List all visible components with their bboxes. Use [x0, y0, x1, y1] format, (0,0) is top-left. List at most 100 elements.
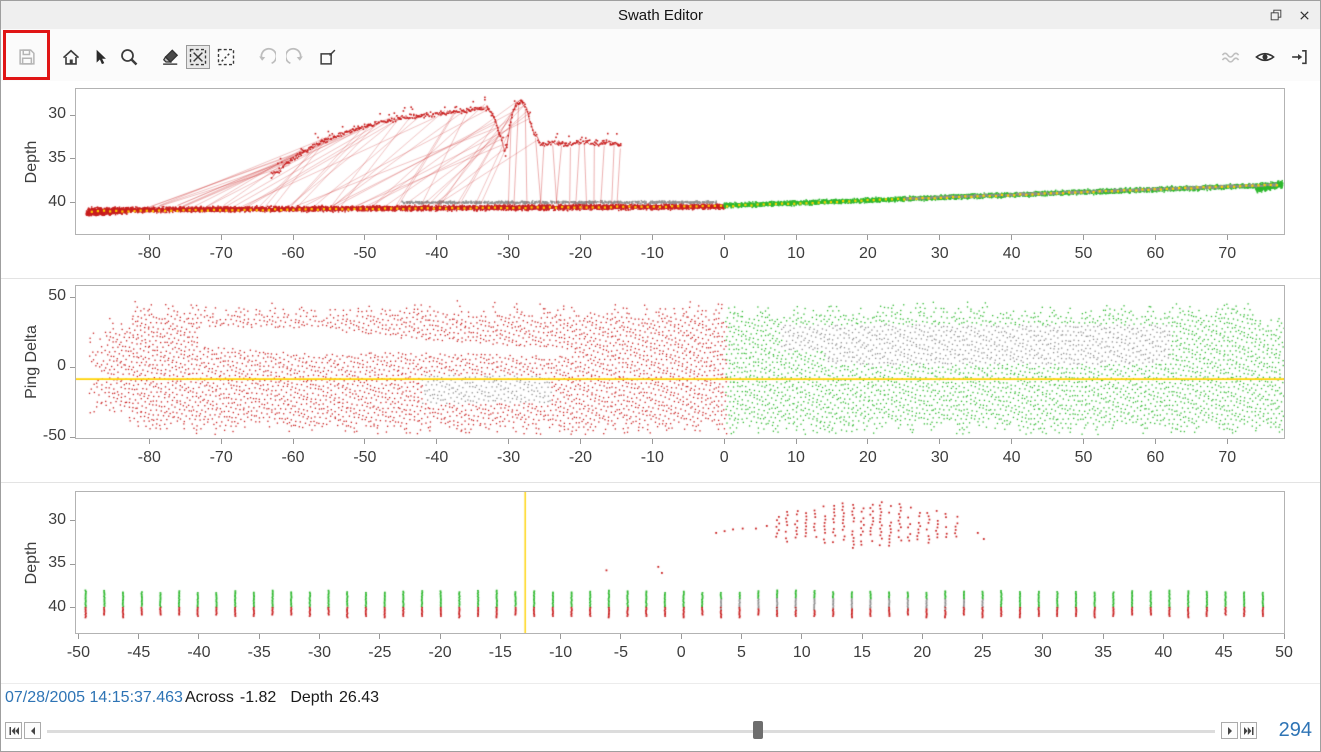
status-separator	[1, 683, 1321, 684]
status-bar: 07/28/2005 14:15:37.463 Across -1.82 Dep…	[1, 685, 1320, 711]
x-tick-mark	[149, 439, 150, 444]
show-rejected-button[interactable]	[1219, 45, 1243, 69]
x-tick-mark	[508, 439, 509, 444]
y-tick-label: 0	[22, 357, 66, 375]
first-ping-button[interactable]	[5, 722, 22, 739]
x-tick-label: 30	[1013, 644, 1073, 662]
x-tick-label: -35	[229, 644, 289, 662]
x-tick-mark	[1042, 634, 1043, 639]
x-tick-mark	[939, 235, 940, 240]
y-tick-label: 35	[22, 554, 66, 572]
x-tick-label: 50	[1054, 245, 1114, 263]
select-to-subset-button[interactable]	[316, 45, 340, 69]
x-tick-label: -80	[119, 245, 179, 263]
x-tick-label: -30	[479, 449, 539, 467]
x-tick-mark	[724, 439, 725, 444]
x-tick-mark	[293, 439, 294, 444]
undo-button[interactable]	[254, 45, 278, 69]
x-tick-label: -40	[407, 245, 467, 263]
x-tick-mark	[681, 634, 682, 639]
x-tick-label: 10	[766, 449, 826, 467]
x-tick-mark	[1227, 439, 1228, 444]
x-tick-mark	[862, 634, 863, 639]
ping-number: 294	[1252, 719, 1312, 742]
ping-slider-thumb[interactable]	[753, 721, 763, 739]
x-tick-mark	[1155, 439, 1156, 444]
x-tick-label: 60	[1125, 449, 1185, 467]
ping-delta-plot-frame	[75, 285, 1285, 439]
pointer-tool-button[interactable]	[88, 45, 112, 69]
x-tick-mark	[867, 439, 868, 444]
panel-separator	[1, 278, 1321, 279]
x-tick-mark	[198, 634, 199, 639]
x-tick-label: -5	[591, 644, 651, 662]
cursor-timestamp: 07/28/2005 14:15:37.463	[5, 689, 183, 707]
across-value: -1.82	[240, 689, 276, 707]
x-tick-mark	[939, 439, 940, 444]
y-tick-label: -50	[22, 427, 66, 445]
x-tick-mark	[1163, 634, 1164, 639]
x-tick-label: 0	[694, 449, 754, 467]
x-tick-mark	[1083, 439, 1084, 444]
x-tick-mark	[741, 634, 742, 639]
y-tick-label: 40	[22, 598, 66, 616]
x-tick-label: -45	[109, 644, 169, 662]
y-tick-label: 30	[22, 511, 66, 529]
x-tick-mark	[1155, 235, 1156, 240]
x-tick-mark	[1011, 439, 1012, 444]
depth-label: Depth	[290, 689, 333, 707]
profile-plot-frame	[75, 88, 1285, 235]
x-tick-mark	[364, 235, 365, 240]
display-options-button[interactable]	[1253, 45, 1277, 69]
x-tick-mark	[138, 634, 139, 639]
x-tick-mark	[436, 439, 437, 444]
redo-button[interactable]	[284, 45, 308, 69]
previous-ping-button[interactable]	[24, 722, 41, 739]
eraser-tool-button[interactable]	[158, 45, 182, 69]
x-tick-label: -30	[479, 245, 539, 263]
x-tick-mark	[364, 439, 365, 444]
zoom-tool-button[interactable]	[117, 45, 141, 69]
ping-navigator: 294	[1, 713, 1320, 751]
x-tick-mark	[1083, 235, 1084, 240]
float-window-icon[interactable]	[1268, 7, 1284, 23]
x-tick-label: -25	[350, 644, 410, 662]
x-tick-mark	[78, 634, 79, 639]
accept-area-tool-button[interactable]	[214, 45, 238, 69]
x-tick-mark	[221, 439, 222, 444]
x-tick-mark	[149, 235, 150, 240]
x-tick-label: 20	[892, 644, 952, 662]
x-tick-mark	[508, 235, 509, 240]
next-ping-button[interactable]	[1221, 722, 1238, 739]
across-label: Across	[185, 689, 234, 707]
titlebar[interactable]: Swath Editor	[1, 1, 1320, 29]
ping-slider-track[interactable]	[47, 730, 1215, 733]
exit-editor-button[interactable]	[1287, 45, 1311, 69]
x-tick-label: 30	[910, 449, 970, 467]
x-tick-mark	[724, 235, 725, 240]
x-tick-mark	[1011, 235, 1012, 240]
x-tick-label: -50	[335, 449, 395, 467]
x-tick-mark	[652, 235, 653, 240]
x-tick-label: -10	[531, 644, 591, 662]
reject-area-tool-button[interactable]	[186, 45, 210, 69]
ping-delta-plot-canvas[interactable]	[76, 286, 1284, 438]
x-tick-label: 0	[651, 644, 711, 662]
close-icon[interactable]	[1296, 7, 1312, 23]
home-button[interactable]	[59, 45, 83, 69]
x-tick-label: 70	[1197, 245, 1257, 263]
x-tick-mark	[259, 634, 260, 639]
single-ping-plot-canvas[interactable]	[76, 492, 1284, 633]
y-axis-title: Depth	[23, 503, 45, 623]
x-tick-label: -10	[622, 449, 682, 467]
x-tick-label: -80	[119, 449, 179, 467]
x-tick-label: 30	[910, 245, 970, 263]
titlebar-icons	[1268, 1, 1312, 29]
x-tick-label: 10	[772, 644, 832, 662]
x-tick-mark	[1223, 634, 1224, 639]
x-tick-label: -60	[263, 449, 323, 467]
save-button[interactable]	[15, 45, 39, 69]
x-tick-mark	[379, 634, 380, 639]
profile-plot-canvas[interactable]	[76, 89, 1284, 234]
x-tick-mark	[560, 634, 561, 639]
